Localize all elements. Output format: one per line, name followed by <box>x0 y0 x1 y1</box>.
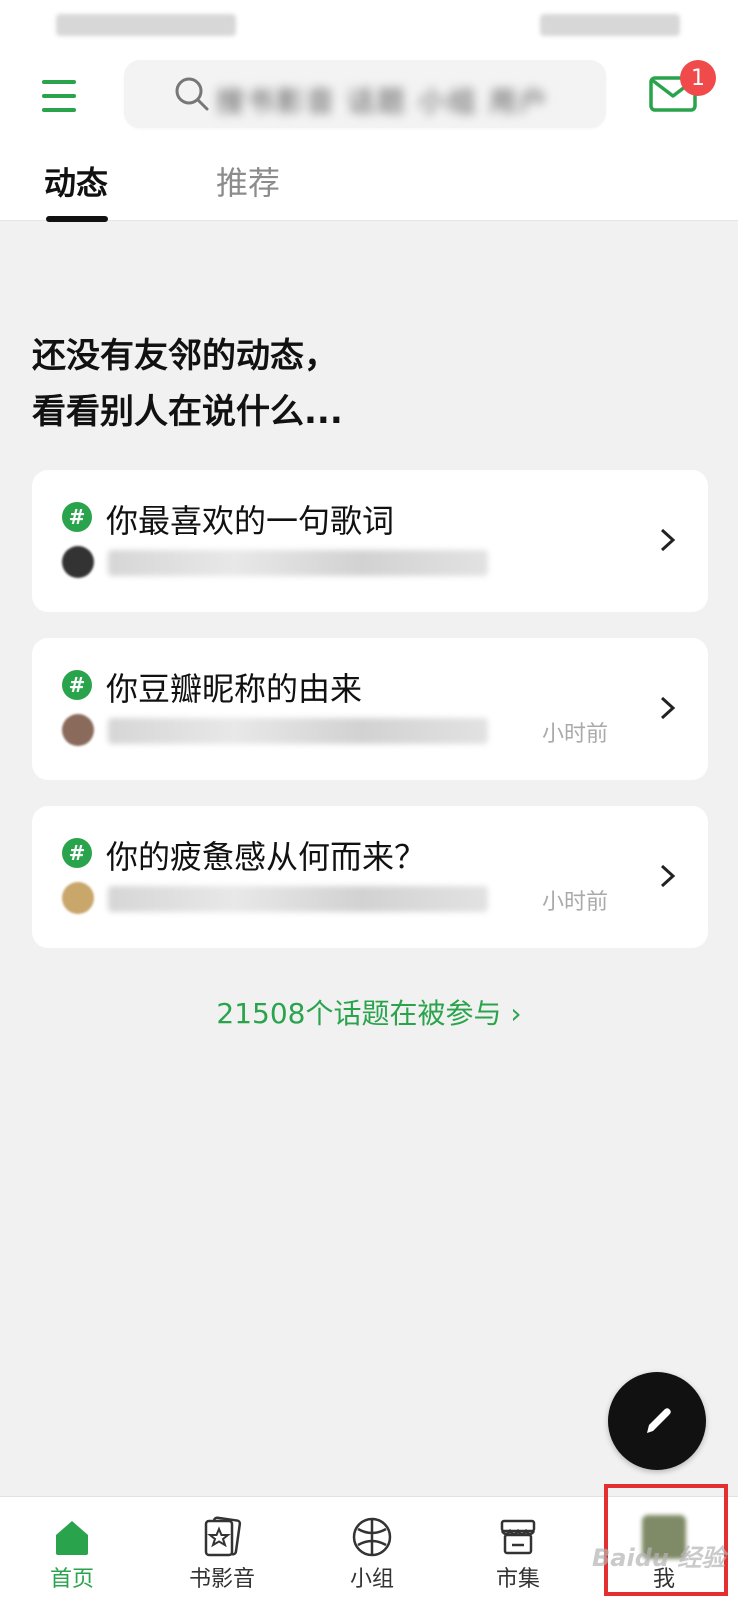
topic-card[interactable]: # 你的疲惫感从何而来？ 小时前 <box>32 806 708 948</box>
status-time-blurred <box>56 14 236 36</box>
feed-tabs: 动态 推荐 <box>0 158 738 222</box>
notification-badge: 1 <box>680 60 716 96</box>
nav-label: 小组 <box>349 1567 394 1592</box>
nav-label: 书影音 <box>188 1567 255 1592</box>
topic-card[interactable]: # 你最喜欢的一句歌词 <box>32 470 708 612</box>
cards-icon <box>204 1516 242 1557</box>
avatar <box>62 882 94 914</box>
topic-title: 你最喜欢的一句歌词 <box>106 502 395 540</box>
chevron-right-icon <box>660 864 676 888</box>
topic-meta-blurred <box>108 550 488 576</box>
topic-title: 你豆瓣昵称的由来 <box>106 670 363 708</box>
status-icons-blurred <box>540 14 680 36</box>
nav-groups[interactable]: 小组 <box>312 1497 432 1601</box>
search-bar[interactable]: 搜书影音 话题 小组 用户 <box>124 60 606 128</box>
pencil-icon <box>647 1408 671 1433</box>
hashtag-icon: # <box>62 502 92 532</box>
hashtag-icon: # <box>62 670 92 700</box>
avatar <box>62 546 94 578</box>
status-bar <box>0 0 738 48</box>
topic-time: 小时前 <box>541 722 608 747</box>
empty-state-message: 还没有友邻的动态， 看看别人在说什么... <box>32 328 343 440</box>
topic-card[interactable]: # 你豆瓣昵称的由来 小时前 <box>32 638 708 780</box>
store-icon <box>500 1519 536 1555</box>
tab-recommend[interactable]: 推荐 <box>216 158 280 204</box>
topic-meta-blurred <box>108 886 488 912</box>
nav-market[interactable]: 市集 <box>458 1497 578 1601</box>
topic-time: 小时前 <box>541 890 608 915</box>
nav-home[interactable]: 首页 <box>12 1497 132 1601</box>
chevron-right-icon <box>660 696 676 720</box>
avatar <box>62 714 94 746</box>
nav-label: 市集 <box>495 1567 540 1592</box>
search-icon <box>175 77 209 111</box>
header: 搜书影音 话题 小组 用户 1 动态 推荐 <box>0 48 738 222</box>
nav-label: 首页 <box>49 1567 94 1592</box>
empty-line-2: 看看别人在说什么... <box>32 392 343 432</box>
topic-meta-blurred <box>108 718 488 744</box>
ball-icon <box>352 1517 392 1557</box>
topics-count-link[interactable]: 21508个话题在被参与 › <box>0 992 738 1032</box>
empty-line-1: 还没有友邻的动态， <box>32 336 338 376</box>
topic-title: 你的疲惫感从何而来？ <box>106 838 427 876</box>
chevron-right-icon <box>660 528 676 552</box>
search-placeholder: 搜书影音 话题 小组 用户 <box>216 85 549 118</box>
compose-button[interactable] <box>608 1372 706 1470</box>
nav-books-movies-music[interactable]: 书影音 <box>162 1497 282 1601</box>
active-tab-indicator <box>46 216 108 222</box>
tab-following[interactable]: 动态 <box>44 158 108 204</box>
hashtag-icon: # <box>62 838 92 868</box>
home-icon <box>56 1521 88 1555</box>
menu-button[interactable] <box>40 76 80 116</box>
watermark: Baidu 经验 <box>592 1544 726 1572</box>
